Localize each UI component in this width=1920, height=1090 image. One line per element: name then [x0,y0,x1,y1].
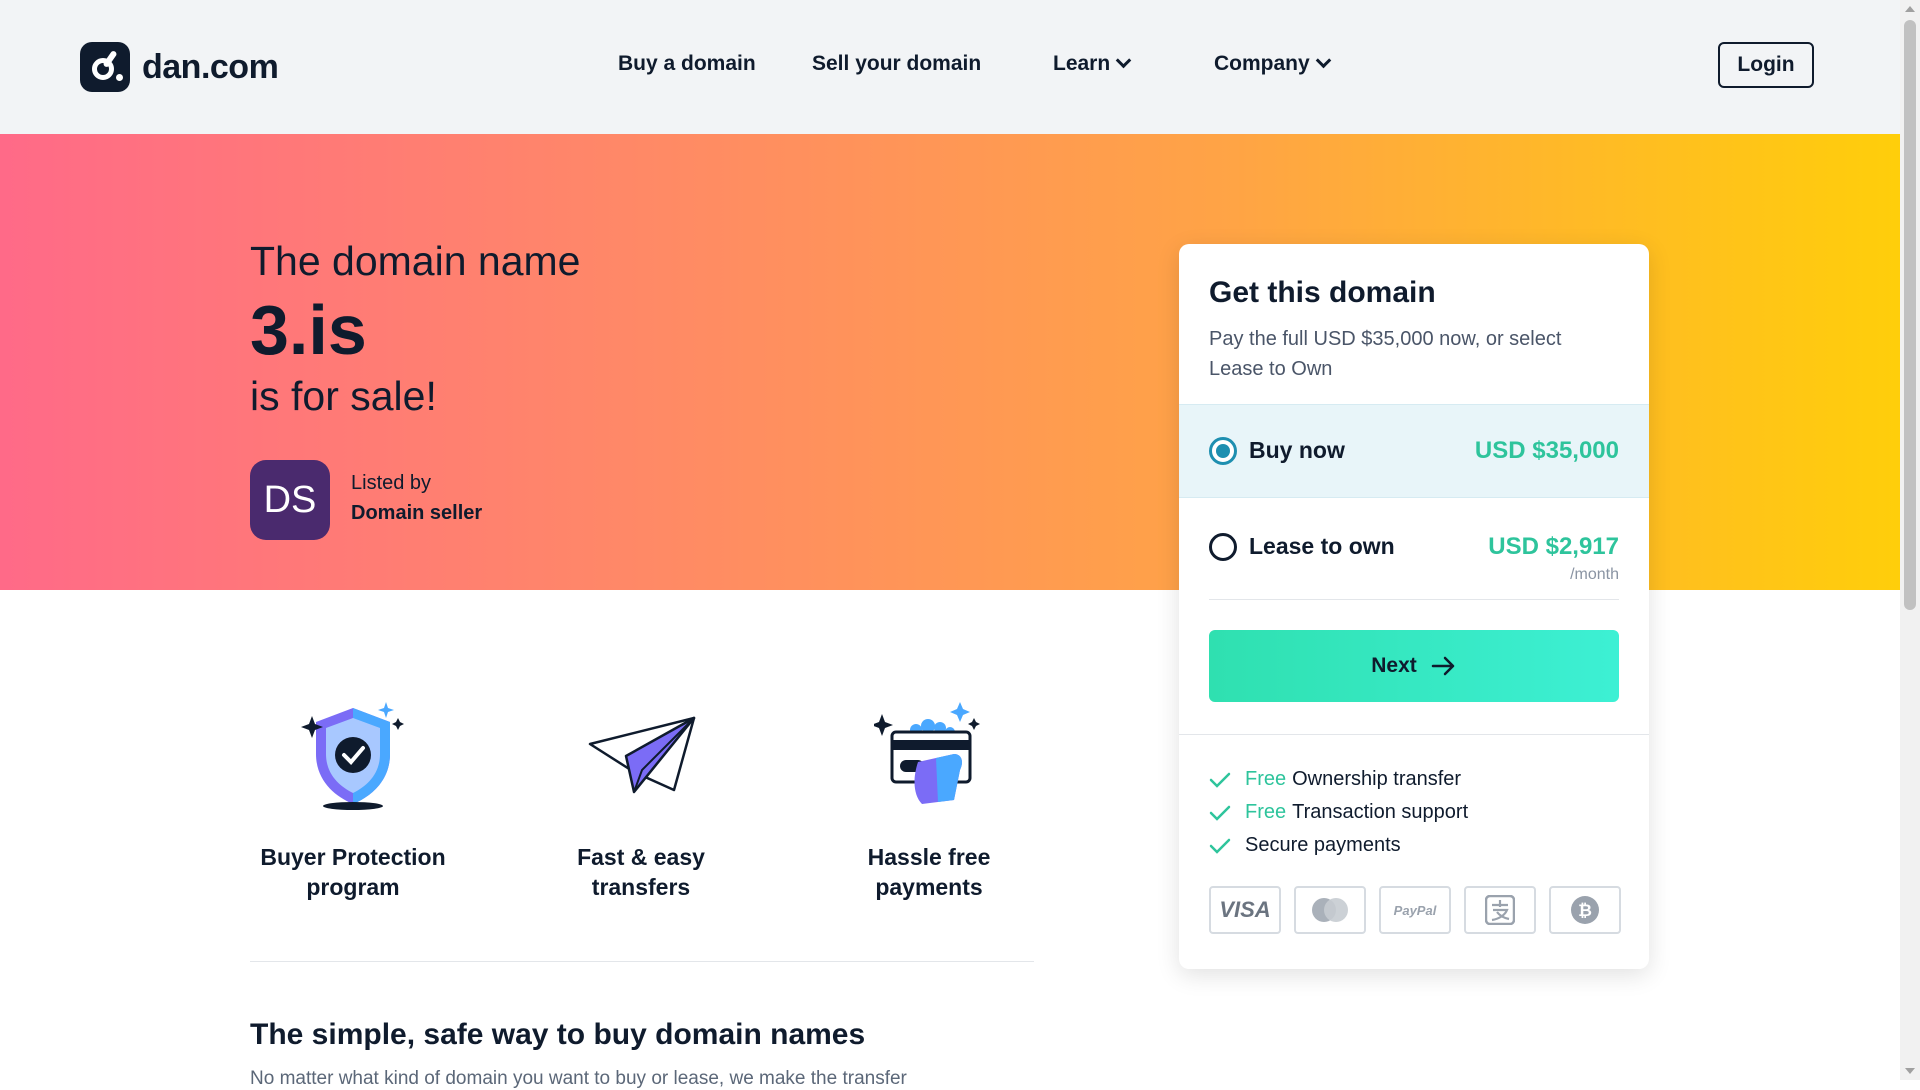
lease-period: /month [1570,566,1619,583]
card-divider [1179,734,1649,735]
perk-text: Transaction support [1292,801,1469,823]
visa-icon: VISA [1209,886,1281,934]
logo[interactable]: dan.com [80,42,279,92]
arrow-right-icon [1431,656,1455,676]
perk-text: Ownership transfer [1292,768,1462,790]
perk-text: Secure payments [1245,834,1401,856]
perk-ownership-transfer: Free Ownership transfer [1209,768,1461,791]
feature-subtitle: payments [875,874,983,900]
hero-pre-text: The domain name [250,238,581,284]
section-title: The simple, safe way to buy domain names [250,1018,866,1051]
alipay-icon [1464,886,1536,934]
card-divider [1209,599,1619,600]
feature-title: Hassle free [867,844,991,870]
option-label: Lease to own [1249,533,1395,559]
paypal-icon: PayPal [1379,886,1451,934]
paper-plane-icon [588,716,696,794]
nav-learn[interactable]: Learn [1053,52,1132,76]
card-subtitle: Pay the full USD $35,000 now, or select … [1209,328,1562,380]
scroll-up-arrow-icon[interactable] [1905,6,1915,12]
nav-sell-domain[interactable]: Sell your domain [812,52,981,76]
seller-avatar: DS [250,460,330,540]
option-buy-now[interactable]: Buy now USD $35,000 [1179,404,1649,498]
purchase-card: Get this domain Pay the full USD $35,000… [1179,244,1649,969]
check-icon [1209,772,1231,788]
dan-logo-icon [80,42,130,92]
bitcoin-icon: ₿ [1549,886,1621,934]
chevron-down-icon [1115,52,1132,69]
feature-subtitle: program [306,874,400,900]
mastercard-icon [1294,886,1366,934]
shield-check-icon [301,702,404,810]
seller-name: Domain seller [351,502,483,524]
card-title: Get this domain [1209,276,1436,309]
hero-post-text: is for sale! [250,373,437,419]
perk-transaction-support: Free Transaction support [1209,801,1468,824]
perk-secure-payments: Secure payments [1209,834,1401,857]
feature-subtitle: transfers [591,874,691,900]
option-label: Buy now [1249,437,1345,463]
scroll-down-arrow-icon[interactable] [1905,1068,1915,1074]
perk-free: Free [1245,768,1287,790]
site-header: dan.com Buy a domain Sell your domain Le… [0,0,1900,134]
radio-lease-to-own[interactable] [1209,533,1237,561]
check-icon [1209,805,1231,821]
logo-text: dan.com [142,47,279,86]
feature-buyer-protection: Buyer Protection program [243,700,463,902]
listed-by-label: Listed by [351,472,432,494]
check-icon [1209,838,1231,854]
buy-price: USD $35,000 [1474,437,1619,464]
login-button[interactable]: Login [1718,42,1814,88]
nav-buy-domain[interactable]: Buy a domain [618,52,756,76]
section-divider [250,961,1034,962]
page-scrollbar[interactable] [1900,0,1920,1080]
domain-name: 3.is [250,291,367,369]
nav-company[interactable]: Company [1214,52,1331,76]
chevron-down-icon [1315,52,1331,69]
next-button[interactable]: Next [1209,630,1619,702]
next-button-label: Next [1371,654,1417,677]
feature-hassle-free-payments: Hassle free payments [819,700,1039,902]
feature-title: Fast & easy [577,844,705,870]
feature-title: Buyer Protection [260,844,446,870]
scrollbar-thumb[interactable] [1904,20,1916,610]
feature-fast-transfers: Fast & easy transfers [531,700,751,902]
radio-buy-now[interactable] [1209,437,1237,465]
section-body: No matter what kind of domain you want t… [250,1068,907,1089]
perk-free: Free [1245,801,1287,823]
svg-text:₿: ₿ [1578,901,1592,921]
card-payment-icon [874,702,980,804]
lease-price: USD $2,917 [1488,533,1619,560]
